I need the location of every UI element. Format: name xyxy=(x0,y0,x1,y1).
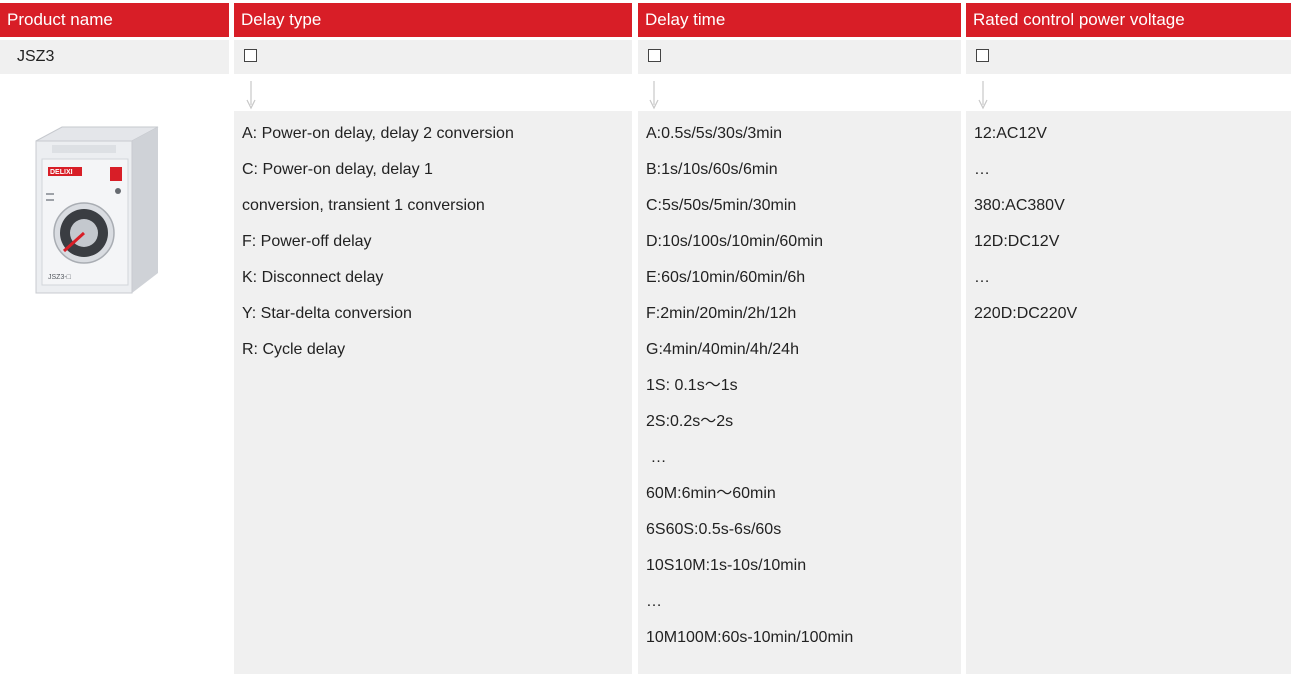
delay-time-code-cell xyxy=(638,40,961,74)
delay-type-item: A: Power-on delay, delay 2 conversion xyxy=(242,125,514,142)
delay-time-item: G:4min/40min/4h/24h xyxy=(646,341,799,358)
header-delay-type: Delay type xyxy=(234,3,632,37)
arrow-down-icon xyxy=(978,81,988,110)
delay-time-item: 1S: 0.1s～1s xyxy=(646,377,738,394)
arrow-down-icon xyxy=(246,81,256,110)
delay-time-item: D:10s/100s/10min/60min xyxy=(646,233,823,250)
voltage-code-box xyxy=(976,48,989,62)
delay-type-item: Y: Star-delta conversion xyxy=(242,305,412,322)
delay-type-panel: A: Power-on delay, delay 2 conversion C:… xyxy=(234,111,632,674)
delay-time-panel: A:0.5s/5s/30s/3min B:1s/10s/60s/6min C:5… xyxy=(638,111,961,674)
delay-time-item: … xyxy=(646,449,667,466)
delay-type-item: conversion, transient 1 conversion xyxy=(242,197,485,214)
delay-time-item: … xyxy=(646,593,662,610)
delay-type-code-box xyxy=(244,48,257,62)
delay-time-item: 10M100M:60s-10min/100min xyxy=(646,629,854,646)
header-rated-voltage: Rated control power voltage xyxy=(966,3,1291,37)
header-delay-time: Delay time xyxy=(638,3,961,37)
model-label: JSZ3-□ xyxy=(48,274,72,281)
delay-time-item: A:0.5s/5s/30s/3min xyxy=(646,125,783,142)
delay-type-item: K: Disconnect delay xyxy=(242,269,384,286)
product-code: JSZ3 xyxy=(17,48,55,65)
delay-time-item: F:2min/20min/2h/12h xyxy=(646,305,797,322)
voltage-code-cell xyxy=(966,40,1291,74)
delay-time-item: 60M:6min～60min xyxy=(646,485,776,502)
delay-type-item: R: Cycle delay xyxy=(242,341,346,358)
delay-time-item: E:60s/10min/60min/6h xyxy=(646,269,806,286)
delay-time-item: B:1s/10s/60s/6min xyxy=(646,161,778,178)
delay-type-item: C: Power-on delay, delay 1 xyxy=(242,161,433,178)
voltage-panel: 12:AC12V … 380:AC380V 12D:DC12V … 220D:D… xyxy=(966,111,1291,674)
delay-time-item: 6S60S:0.5s-6s/60s xyxy=(646,521,782,538)
delay-type-item: F: Power-off delay xyxy=(242,233,372,250)
delay-time-code-box xyxy=(648,48,661,62)
voltage-item: 12D:DC12V xyxy=(974,233,1060,250)
delay-type-code-cell xyxy=(234,40,632,74)
delay-time-item: C:5s/50s/5min/30min xyxy=(646,197,797,214)
header-product-name: Product name xyxy=(0,3,229,37)
voltage-item: 12:AC12V xyxy=(974,125,1047,142)
product-image: DELIXI JSZ3-□ xyxy=(35,126,159,294)
voltage-item: … xyxy=(974,161,990,178)
delay-time-item: 10S10M:1s-10s/10min xyxy=(646,557,807,574)
brand-logo: DELIXI xyxy=(50,169,73,176)
product-code-cell: JSZ3 xyxy=(0,40,229,74)
voltage-item: … xyxy=(974,269,990,286)
voltage-item: 380:AC380V xyxy=(974,197,1065,214)
selection-table: Product name Delay type Delay time Rated… xyxy=(0,0,1291,674)
arrow-down-icon xyxy=(649,81,659,110)
voltage-item: 220D:DC220V xyxy=(974,305,1078,322)
delay-time-item: 2S:0.2s～2s xyxy=(646,413,734,430)
